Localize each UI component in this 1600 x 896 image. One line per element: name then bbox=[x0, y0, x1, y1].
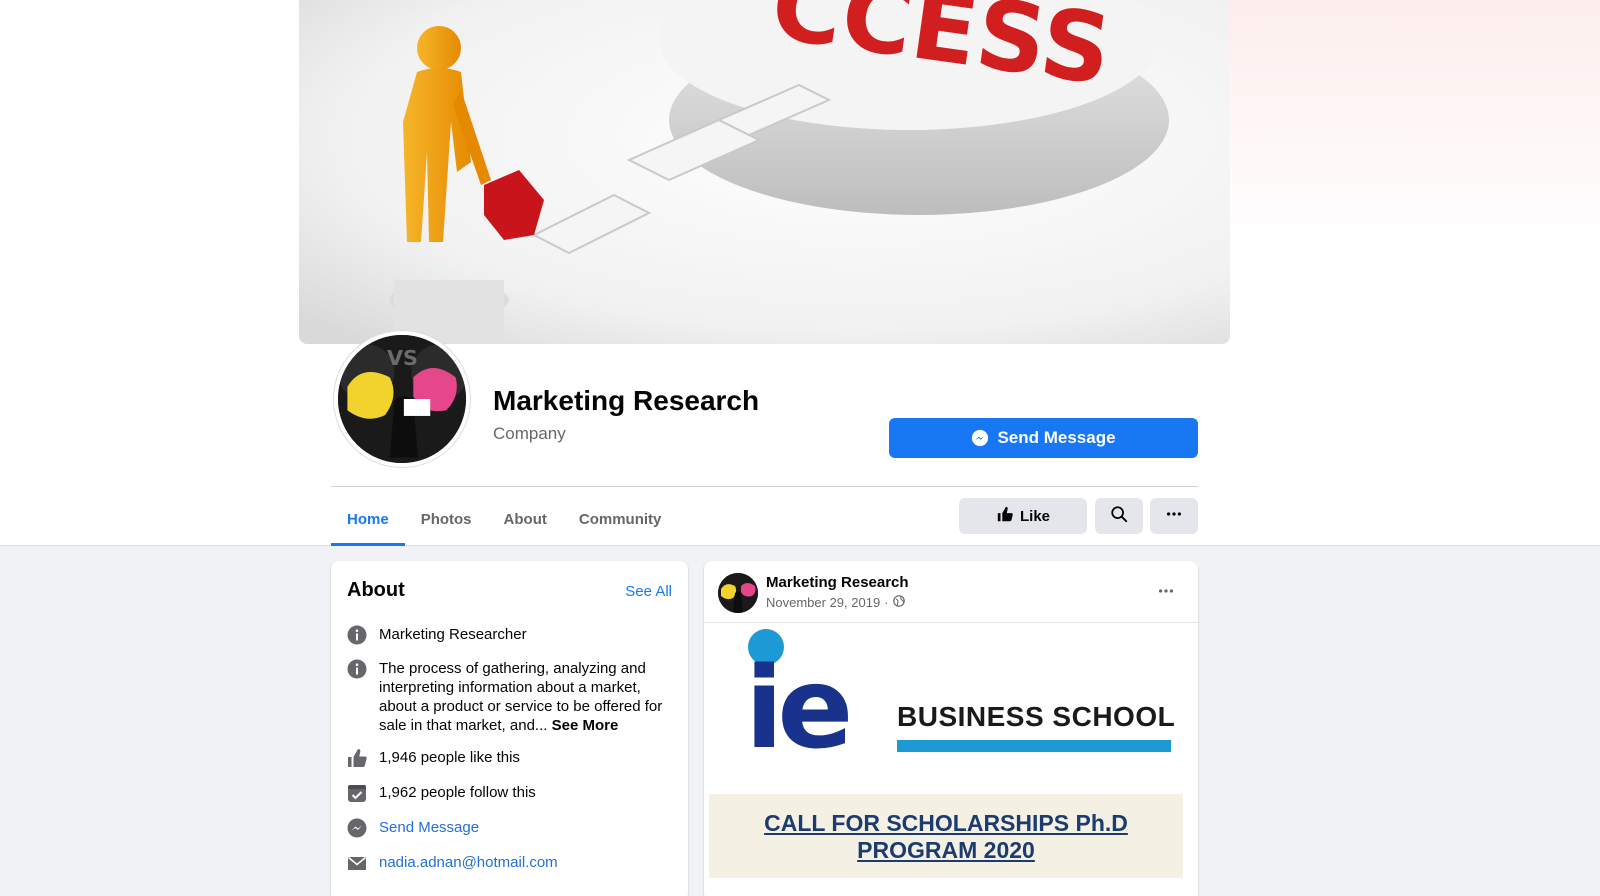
email-link[interactable]: nadia.adnan@hotmail.com bbox=[379, 853, 664, 872]
about-item-send-message: Send Message bbox=[347, 818, 664, 838]
about-item-likes: 1,946 people like this bbox=[347, 748, 664, 768]
about-item-description: The process of gathering, analyzing and … bbox=[347, 659, 664, 735]
send-message-label: Send Message bbox=[997, 428, 1116, 447]
call-for-scholarships-text: CALL FOR SCHOLARSHIPS Ph.D PROGRAM 2020 bbox=[709, 810, 1183, 864]
call-line-2: PROGRAM 2020 bbox=[857, 837, 1035, 863]
cover-side-glow bbox=[1230, 0, 1600, 250]
post-options-button[interactable] bbox=[1148, 575, 1184, 611]
see-all-link[interactable]: See All bbox=[625, 583, 672, 600]
post-meta: November 29, 2019 · bbox=[766, 595, 905, 610]
school-name: BUSINESS SCHOOL bbox=[897, 701, 1176, 732]
email-icon bbox=[347, 853, 367, 873]
info-icon bbox=[347, 625, 367, 645]
like-label: Like bbox=[1019, 507, 1050, 525]
about-card: About See All Marketing Researcher The p… bbox=[331, 561, 688, 896]
meta-separator: · bbox=[884, 595, 889, 610]
likes-count-text: 1,946 people like this bbox=[379, 749, 520, 766]
search-icon bbox=[1110, 505, 1128, 527]
thumbs-up-icon bbox=[347, 748, 367, 768]
about-description: The process of gathering, analyzing and … bbox=[379, 659, 664, 735]
about-description-text: The process of gathering, analyzing and … bbox=[379, 660, 663, 734]
thumbs-up-icon bbox=[996, 505, 1014, 527]
search-page-button[interactable] bbox=[1095, 498, 1143, 534]
cover-photo[interactable]: CCESS bbox=[299, 0, 1230, 344]
about-category-text: Marketing Researcher bbox=[379, 626, 527, 643]
ie-logo: ie bbox=[745, 644, 853, 774]
tab-photos[interactable]: Photos bbox=[405, 492, 488, 546]
see-more-link[interactable]: See More bbox=[552, 717, 619, 734]
post-author-avatar[interactable] bbox=[718, 573, 758, 613]
page-title: Marketing Research bbox=[493, 385, 760, 416]
about-heading: About bbox=[347, 579, 405, 601]
ellipsis-icon bbox=[1157, 582, 1175, 605]
post-image[interactable]: ie BUSINESS SCHOOL CALL FOR SCHOLARSHIPS… bbox=[709, 623, 1193, 896]
send-message-button[interactable]: Send Message bbox=[889, 418, 1198, 458]
messenger-icon bbox=[971, 429, 989, 447]
about-item-category: Marketing Researcher bbox=[347, 625, 664, 645]
call-banner: CALL FOR SCHOLARSHIPS Ph.D PROGRAM 2020 bbox=[709, 794, 1183, 878]
send-message-link[interactable]: Send Message bbox=[379, 818, 664, 837]
school-underline-bar bbox=[897, 740, 1171, 752]
about-item-email: nadia.adnan@hotmail.com bbox=[347, 853, 664, 873]
globe-icon bbox=[892, 595, 905, 610]
header-divider bbox=[331, 486, 1198, 487]
about-item-followers: 1,962 people follow this bbox=[347, 783, 664, 803]
call-line-1: CALL FOR SCHOLARSHIPS Ph.D bbox=[764, 810, 1128, 836]
post-author-name[interactable]: Marketing Research bbox=[766, 574, 909, 591]
tab-home[interactable]: Home bbox=[331, 492, 405, 546]
page-category: Company bbox=[493, 424, 566, 443]
svg-text:VS: VS bbox=[387, 346, 418, 370]
more-options-button[interactable] bbox=[1150, 498, 1198, 534]
post-date[interactable]: November 29, 2019 bbox=[766, 595, 880, 610]
followers-count-text: 1,962 people follow this bbox=[379, 784, 536, 801]
follow-check-icon bbox=[347, 783, 367, 803]
like-button[interactable]: Like bbox=[959, 498, 1087, 534]
info-icon bbox=[347, 659, 367, 679]
tab-about[interactable]: About bbox=[488, 492, 563, 546]
page-tabs: Home Photos About Community bbox=[331, 492, 677, 546]
ellipsis-icon bbox=[1165, 505, 1183, 527]
messenger-icon bbox=[347, 818, 367, 838]
page-profile-picture[interactable]: VS bbox=[334, 331, 470, 467]
tab-community[interactable]: Community bbox=[563, 492, 678, 546]
post-card: Marketing Research November 29, 2019 · i… bbox=[704, 561, 1198, 896]
